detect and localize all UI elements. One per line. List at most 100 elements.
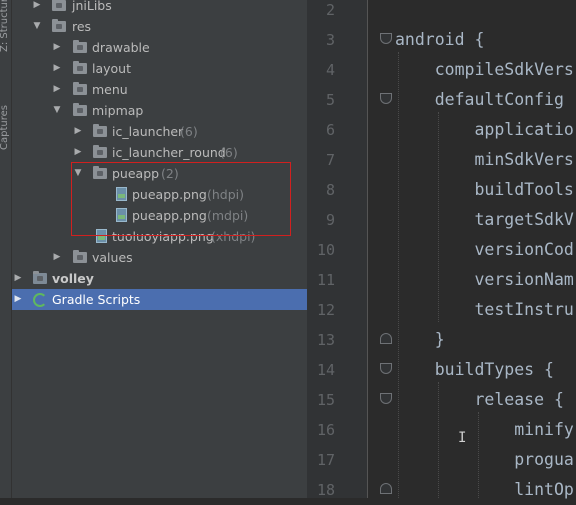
code-line[interactable]: buildTools bbox=[395, 175, 573, 205]
tree-item-jnilibs[interactable]: ▶ jniLibs bbox=[12, 0, 307, 16]
tree-item-drawable[interactable]: ▶ drawable bbox=[12, 37, 307, 58]
collapsed-arrow-icon[interactable]: ▶ bbox=[52, 37, 62, 58]
tree-item-pueapp-mdpi[interactable]: pueapp.png (mdpi) bbox=[12, 205, 307, 226]
tree-item-pueapp-hdpi[interactable]: pueapp.png (hdpi) bbox=[12, 184, 307, 205]
module-icon bbox=[33, 271, 47, 284]
collapsed-arrow-icon[interactable]: ▶ bbox=[32, 0, 42, 16]
collapsed-arrow-icon[interactable]: ▶ bbox=[52, 79, 62, 100]
code-line[interactable]: compileSdkVers bbox=[395, 55, 574, 85]
text-cursor-icon: I bbox=[458, 430, 467, 446]
line-number: 18 bbox=[316, 481, 335, 499]
collapsed-arrow-icon[interactable]: ▶ bbox=[73, 142, 83, 163]
collapsed-arrow-icon[interactable]: ▶ bbox=[13, 268, 23, 289]
tree-item-ic-launcher[interactable]: ▶ ic_launcher (6) bbox=[12, 121, 307, 142]
expanded-arrow-icon[interactable]: ▼ bbox=[73, 163, 83, 184]
folder-icon bbox=[52, 19, 66, 32]
fold-end-icon[interactable] bbox=[380, 483, 392, 494]
line-number: 12 bbox=[316, 301, 335, 319]
image-file-icon bbox=[96, 229, 107, 243]
expanded-arrow-icon[interactable]: ▼ bbox=[52, 100, 62, 121]
line-number: 2 bbox=[325, 1, 335, 19]
fold-collapse-icon[interactable] bbox=[380, 93, 392, 104]
tree-item-ic-launcher-round[interactable]: ▶ ic_launcher_round (6) bbox=[12, 142, 307, 163]
tree-item-values[interactable]: ▶ values bbox=[12, 247, 307, 268]
code-line[interactable]: } bbox=[395, 325, 445, 355]
line-number: 6 bbox=[325, 121, 335, 139]
code-line[interactable]: defaultConfig bbox=[395, 85, 574, 115]
line-number: 4 bbox=[325, 61, 335, 79]
code-line[interactable]: android { bbox=[395, 25, 484, 55]
tree-item-label: pueapp bbox=[112, 166, 160, 181]
code-line[interactable]: minSdkVers bbox=[395, 145, 573, 175]
tree-item-label: ic_launcher bbox=[112, 124, 184, 139]
folder-icon bbox=[73, 103, 87, 116]
tree-item-tuoluoyiapp[interactable]: tuoluoyiapp.png (xhdpi) bbox=[12, 226, 307, 247]
tree-item-gradle-scripts[interactable]: ▶ Gradle Scripts bbox=[12, 289, 307, 310]
density-qualifier: (mdpi) bbox=[207, 208, 249, 223]
tree-item-label: jniLibs bbox=[72, 0, 112, 13]
tree-item-label: Gradle Scripts bbox=[52, 292, 141, 307]
line-number: 10 bbox=[316, 241, 335, 259]
image-file-icon bbox=[116, 187, 127, 201]
expanded-arrow-icon[interactable]: ▼ bbox=[32, 16, 42, 37]
line-number: 7 bbox=[325, 151, 335, 169]
folder-icon bbox=[73, 250, 87, 263]
tree-item-pueapp[interactable]: ▼ pueapp (2) bbox=[12, 163, 307, 184]
folder-icon bbox=[73, 61, 87, 74]
tree-item-volley[interactable]: ▶ volley bbox=[12, 268, 307, 289]
folder-icon bbox=[73, 40, 87, 53]
line-number: 17 bbox=[316, 451, 335, 469]
line-number: 9 bbox=[325, 211, 335, 229]
line-number: 8 bbox=[325, 181, 335, 199]
tree-item-menu[interactable]: ▶ menu bbox=[12, 79, 307, 100]
folder-icon bbox=[93, 166, 107, 179]
code-line[interactable]: versionNam bbox=[395, 265, 573, 295]
code-line[interactable]: minify bbox=[395, 415, 574, 445]
tree-item-layout[interactable]: ▶ layout bbox=[12, 58, 307, 79]
tree-item-label: menu bbox=[92, 82, 128, 97]
tree-item-label: pueapp.png bbox=[132, 208, 207, 223]
code-line[interactable]: release { bbox=[395, 385, 563, 415]
captures-tab[interactable]: Captures bbox=[0, 105, 10, 150]
item-count: (6) bbox=[220, 145, 238, 160]
item-count: (2) bbox=[161, 166, 179, 181]
density-qualifier: (xhdpi) bbox=[211, 229, 256, 244]
collapsed-arrow-icon[interactable]: ▶ bbox=[52, 247, 62, 268]
tree-item-res[interactable]: ▼ res bbox=[12, 16, 307, 37]
line-number: 13 bbox=[316, 331, 335, 349]
code-line[interactable]: buildTypes { bbox=[395, 355, 554, 385]
tree-item-label: pueapp.png bbox=[132, 187, 207, 202]
tree-item-label: values bbox=[92, 250, 133, 265]
code-line[interactable]: versionCod bbox=[395, 235, 573, 265]
code-line[interactable]: targetSdkV bbox=[395, 205, 573, 235]
tree-item-label: tuoluoyiapp.png bbox=[112, 229, 214, 244]
code-line[interactable]: progua bbox=[395, 445, 574, 475]
code-line[interactable]: lintOp bbox=[395, 475, 574, 505]
tool-window-strip: Z: Structure Captures bbox=[0, 0, 12, 498]
collapsed-arrow-icon[interactable]: ▶ bbox=[13, 289, 23, 310]
density-qualifier: (hdpi) bbox=[207, 187, 245, 202]
line-number: 16 bbox=[316, 421, 335, 439]
gradle-icon bbox=[33, 293, 47, 307]
code-line[interactable]: testInstru bbox=[395, 295, 573, 325]
item-count: (6) bbox=[180, 124, 198, 139]
tree-item-label: mipmap bbox=[92, 103, 144, 118]
fold-collapse-icon[interactable] bbox=[380, 393, 392, 404]
line-number: 5 bbox=[325, 91, 335, 109]
tree-item-label: ic_launcher_round bbox=[112, 145, 226, 160]
project-tree: ▶ jniLibs ▼ res ▶ drawable ▶ layout ▶ me… bbox=[12, 0, 307, 498]
fold-end-icon[interactable] bbox=[380, 333, 392, 344]
code-line[interactable]: applicatio bbox=[395, 115, 573, 145]
fold-collapse-icon[interactable] bbox=[380, 33, 392, 44]
collapsed-arrow-icon[interactable]: ▶ bbox=[52, 58, 62, 79]
folder-icon bbox=[93, 124, 107, 137]
tree-item-mipmap[interactable]: ▼ mipmap bbox=[12, 100, 307, 121]
tree-item-label: volley bbox=[52, 271, 94, 286]
line-number: 11 bbox=[316, 271, 335, 289]
line-number: 14 bbox=[316, 361, 335, 379]
tree-item-label: drawable bbox=[92, 40, 150, 55]
line-number: 3 bbox=[325, 31, 335, 49]
fold-collapse-icon[interactable] bbox=[380, 363, 392, 374]
collapsed-arrow-icon[interactable]: ▶ bbox=[73, 121, 83, 142]
structure-tab[interactable]: Z: Structure bbox=[0, 0, 10, 52]
